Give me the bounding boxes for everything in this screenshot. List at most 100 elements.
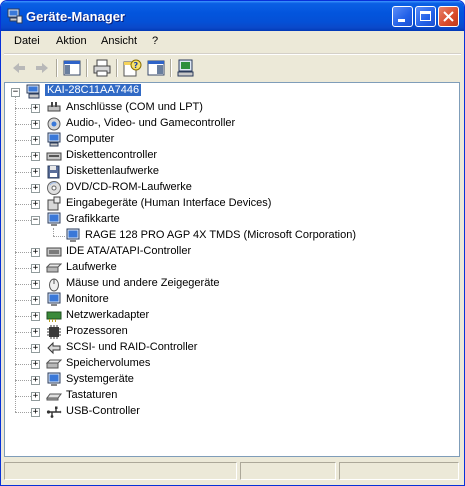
tree-connector: [15, 220, 31, 221]
tree-connector: [15, 300, 31, 301]
tree-category-label[interactable]: Mäuse und andere Zeigegeräte: [66, 277, 220, 289]
expand-toggle[interactable]: +: [31, 248, 40, 257]
tree-category-label[interactable]: USB-Controller: [66, 405, 140, 417]
tree-category-label[interactable]: Eingabegeräte (Human Interface Devices): [66, 197, 271, 209]
scan-hardware-icon[interactable]: [176, 58, 196, 78]
floppy-controller-icon: [46, 152, 62, 161]
tree-category-label[interactable]: Computer: [66, 133, 114, 145]
tree-category-label[interactable]: Diskettencontroller: [66, 149, 157, 161]
forward-arrow-icon[interactable]: [32, 58, 52, 78]
expand-toggle[interactable]: +: [31, 264, 40, 273]
tree-connector: [15, 348, 31, 349]
tree-connector: [15, 396, 31, 397]
properties-icon[interactable]: [146, 58, 166, 78]
expand-toggle[interactable]: +: [31, 152, 40, 161]
back-arrow-icon[interactable]: [9, 58, 29, 78]
processor-icon: [47, 325, 61, 339]
system-device-icon: [47, 372, 61, 386]
expand-toggle[interactable]: +: [31, 280, 40, 289]
status-panel-tertiary: [339, 462, 459, 480]
tree-category-label[interactable]: Laufwerke: [66, 261, 117, 273]
status-panel-main: [4, 462, 237, 480]
expand-toggle[interactable]: +: [31, 120, 40, 129]
minimize-button[interactable]: [392, 6, 413, 27]
expand-toggle[interactable]: +: [31, 168, 40, 177]
tree-connector: [15, 97, 16, 412]
tree-device-label[interactable]: RAGE 128 PRO AGP 4X TMDS (Microsoft Corp…: [85, 229, 356, 241]
tree-category-label[interactable]: Monitore: [66, 293, 109, 305]
expand-toggle[interactable]: +: [31, 296, 40, 305]
print-icon[interactable]: [92, 58, 112, 78]
keyboard-icon: [46, 393, 62, 401]
tree-category-label[interactable]: Tastaturen: [66, 389, 117, 401]
display-adapter-icon: [47, 212, 61, 226]
tree-connector: [15, 140, 31, 141]
tree-connector: [53, 236, 65, 237]
menu-aktion[interactable]: Aktion: [56, 35, 87, 47]
display-adapter-icon: [66, 228, 80, 242]
toolbar-separator: [86, 59, 88, 77]
tree-category-label[interactable]: SCSI- und RAID-Controller: [66, 341, 197, 353]
device-manager-icon: [7, 8, 23, 24]
tree-category-label[interactable]: Diskettenlaufwerke: [66, 165, 159, 177]
computer-root-icon: [26, 84, 40, 99]
expand-toggle[interactable]: +: [31, 184, 40, 193]
tree-category-label[interactable]: Grafikkarte: [66, 213, 120, 225]
tree-category-label[interactable]: Prozessoren: [66, 325, 128, 337]
tree-connector: [15, 124, 31, 125]
computer-icon: [47, 132, 61, 147]
mouse-icon: [49, 278, 59, 292]
port-icon: [47, 102, 61, 112]
tree-category-label[interactable]: DVD/CD-ROM-Laufwerke: [66, 181, 192, 193]
tree-connector: [15, 204, 31, 205]
tree-connector: [15, 172, 31, 173]
expand-toggle[interactable]: +: [31, 328, 40, 337]
maximize-icon: [420, 11, 431, 21]
collapse-toggle[interactable]: −: [31, 216, 40, 225]
tree-connector: [15, 364, 31, 365]
tree-category-label[interactable]: Netzwerkadapter: [66, 309, 149, 321]
menu-datei[interactable]: Datei: [14, 35, 40, 47]
close-icon: [443, 11, 454, 22]
usb-icon: [46, 406, 62, 418]
storage-volume-icon: [46, 359, 62, 369]
tree-connector: [15, 316, 31, 317]
tree-category-label[interactable]: Speichervolumes: [66, 357, 150, 369]
menu-ansicht[interactable]: Ansicht: [101, 35, 137, 47]
cdrom-icon: [47, 181, 61, 195]
maximize-button[interactable]: [415, 6, 436, 27]
expand-toggle[interactable]: +: [31, 392, 40, 401]
device-tree[interactable]: − KAI-28C11AA7446 + Anschlüsse (COM und L…: [4, 82, 460, 457]
tree-connector: [53, 228, 54, 236]
expand-toggle[interactable]: +: [31, 104, 40, 113]
menu-help[interactable]: ?: [152, 35, 158, 47]
tree-connector: [15, 252, 31, 253]
tree-category-label[interactable]: IDE ATA/ATAPI-Controller: [66, 245, 191, 257]
expand-toggle[interactable]: +: [31, 136, 40, 145]
expand-toggle[interactable]: +: [31, 408, 40, 417]
properties-help-icon[interactable]: ?: [122, 58, 142, 78]
expand-toggle[interactable]: +: [31, 312, 40, 321]
status-panel-secondary: [240, 462, 336, 480]
root-collapse-toggle[interactable]: −: [11, 88, 20, 97]
tree-root-label[interactable]: KAI-28C11AA7446: [45, 84, 142, 96]
svg-text:?: ?: [134, 61, 139, 70]
tree-connector: [15, 412, 31, 413]
disk-drive-icon: [46, 263, 62, 273]
title-bar[interactable]: Geräte-Manager: [1, 1, 464, 31]
tree-connector: [15, 108, 31, 109]
minimize-icon: [398, 19, 405, 22]
toolbar: ?: [4, 54, 461, 81]
expand-toggle[interactable]: +: [31, 344, 40, 353]
status-bar: [4, 460, 461, 482]
expand-toggle[interactable]: +: [31, 360, 40, 369]
close-button[interactable]: [438, 6, 459, 27]
expand-toggle[interactable]: +: [31, 200, 40, 209]
tree-connector: [15, 268, 31, 269]
tree-category-label[interactable]: Systemgeräte: [66, 373, 134, 385]
tree-category-label[interactable]: Anschlüsse (COM und LPT): [66, 101, 203, 113]
expand-toggle[interactable]: +: [31, 376, 40, 385]
console-tree-icon[interactable]: [62, 58, 82, 78]
tree-category-label[interactable]: Audio-, Video- und Gamecontroller: [66, 117, 235, 129]
scsi-icon: [47, 341, 61, 355]
